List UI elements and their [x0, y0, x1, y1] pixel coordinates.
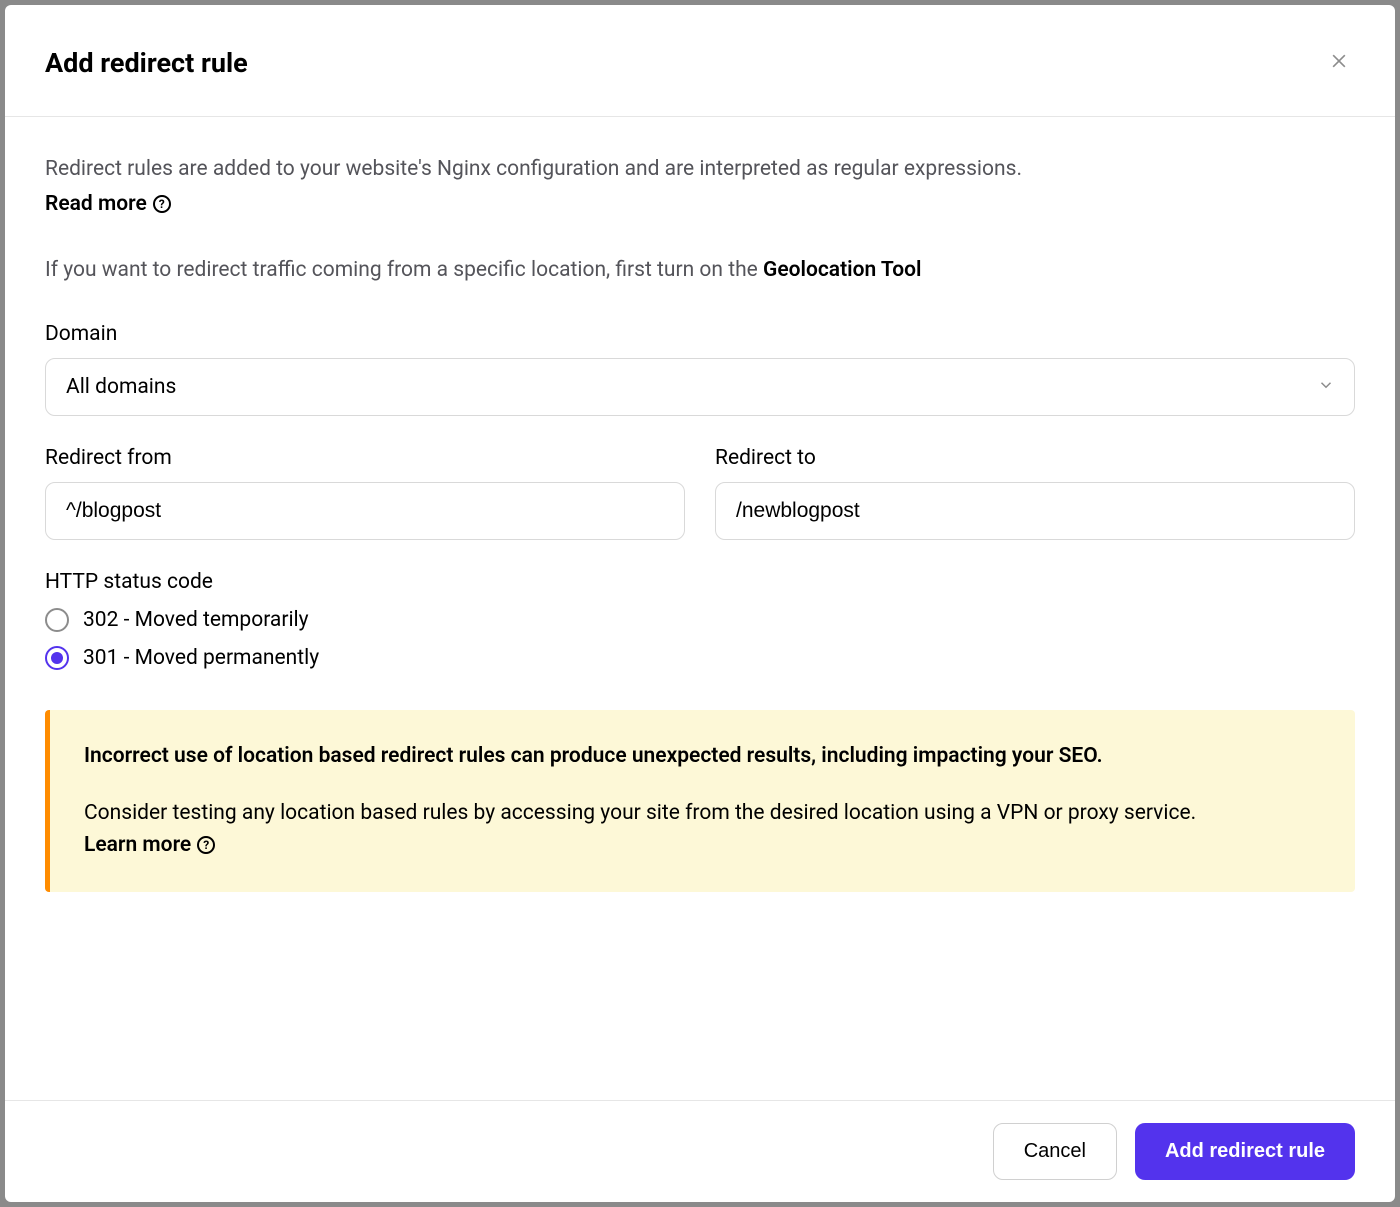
domain-label: Domain: [45, 322, 1355, 346]
warning-title: Incorrect use of location based redirect…: [84, 740, 1321, 773]
read-more-link[interactable]: Read more ?: [45, 192, 171, 216]
redirect-from-label: Redirect from: [45, 446, 685, 470]
domain-select-wrap: All domains: [45, 358, 1355, 416]
modal-header: Add redirect rule: [5, 5, 1395, 117]
radio-301-label: 301 - Moved permanently: [83, 646, 319, 670]
warning-body-text: Consider testing any location based rule…: [84, 801, 1196, 825]
help-icon: ?: [153, 195, 171, 213]
radio-icon-unchecked: [45, 608, 69, 632]
learn-more-label: Learn more: [84, 829, 191, 862]
add-redirect-modal: Add redirect rule Redirect rules are add…: [5, 5, 1395, 1202]
read-more-label: Read more: [45, 192, 147, 216]
domain-select[interactable]: All domains: [45, 358, 1355, 416]
redirect-from-col: Redirect from: [45, 446, 685, 540]
close-icon: [1329, 51, 1349, 74]
modal-footer: Cancel Add redirect rule: [5, 1100, 1395, 1202]
geolocation-tool-link[interactable]: Geolocation Tool: [763, 258, 921, 282]
geo-prefix: If you want to redirect traffic coming f…: [45, 258, 763, 282]
add-redirect-button[interactable]: Add redirect rule: [1135, 1123, 1355, 1180]
cancel-button[interactable]: Cancel: [993, 1123, 1117, 1180]
warning-body: Consider testing any location based rule…: [84, 797, 1321, 862]
redirect-from-input[interactable]: [45, 482, 685, 540]
redirect-row: Redirect from Redirect to: [45, 446, 1355, 540]
radio-301[interactable]: 301 - Moved permanently: [45, 646, 1355, 670]
warning-box: Incorrect use of location based redirect…: [45, 710, 1355, 892]
status-code-label: HTTP status code: [45, 570, 1355, 594]
geolocation-text: If you want to redirect traffic coming f…: [45, 254, 1355, 287]
info-text: Redirect rules are added to your website…: [45, 153, 1355, 186]
status-code-group: HTTP status code 302 - Moved temporarily…: [45, 570, 1355, 670]
redirect-to-label: Redirect to: [715, 446, 1355, 470]
modal-title: Add redirect rule: [45, 47, 248, 79]
help-icon: ?: [197, 836, 215, 854]
learn-more-link[interactable]: Learn more ?: [84, 829, 215, 862]
radio-302[interactable]: 302 - Moved temporarily: [45, 608, 1355, 632]
modal-body: Redirect rules are added to your website…: [5, 117, 1395, 1100]
close-button[interactable]: [1323, 45, 1355, 80]
radio-302-label: 302 - Moved temporarily: [83, 608, 309, 632]
radio-dot: [51, 652, 63, 664]
radio-icon-checked: [45, 646, 69, 670]
redirect-to-col: Redirect to: [715, 446, 1355, 540]
redirect-to-input[interactable]: [715, 482, 1355, 540]
